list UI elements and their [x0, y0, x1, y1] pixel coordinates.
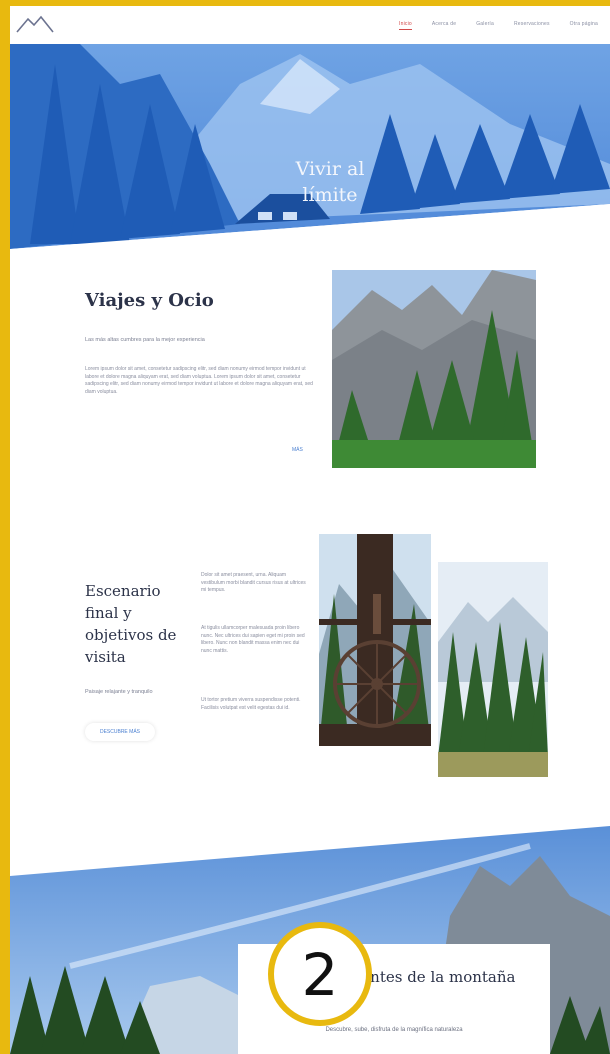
hero-title-line1: Vivir al — [295, 158, 365, 180]
nav-item-galeria[interactable]: Galería — [476, 21, 494, 30]
mountain-peak-image — [332, 270, 536, 468]
hero-title: Vivir al límite — [10, 156, 610, 208]
step-number-badge: 2 — [268, 922, 372, 1026]
more-link[interactable]: MÁS — [292, 447, 303, 453]
mountain-logo-icon[interactable] — [16, 14, 54, 39]
discover-more-button[interactable]: DESCUBRE MÁS — [85, 723, 155, 741]
section2-subtitle: Paisaje relajante y tranquilo — [85, 689, 153, 695]
top-navbar: Inicio Acerca de Galería Reservaciones O… — [10, 6, 610, 44]
hero-mountain-image — [10, 44, 610, 254]
nav-item-otra-pagina[interactable]: Otra página — [570, 21, 598, 30]
section1-subtitle: Las más altas cumbres para la mejor expe… — [85, 337, 205, 343]
nav-menu: Inicio Acerca de Galería Reservaciones O… — [399, 21, 598, 30]
section2-title: Escenario final y objetivos de visita — [85, 582, 177, 666]
card-text: Descubre, sube, disfruta de la magnífica… — [325, 1027, 463, 1033]
nav-item-reservaciones[interactable]: Reservaciones — [514, 21, 550, 30]
window-spinning-wheel-image — [319, 534, 431, 746]
frame-left-border — [0, 0, 10, 1054]
section2-paragraph-3: Ut tortor pretium viverra suspendisse po… — [201, 697, 301, 711]
section2-paragraph-1: Dolor sit amet praesent, urna. Aliquam v… — [201, 572, 306, 593]
hero-title-line2: límite — [302, 184, 358, 206]
section1-title: Viajes y Ocio — [85, 290, 214, 311]
nav-item-inicio[interactable]: Inicio — [399, 21, 412, 30]
badge-number: 2 — [301, 941, 339, 1009]
forest-meadow-image — [438, 562, 548, 777]
section1-body: Lorem ipsum dolor sit amet, consetetur s… — [85, 366, 313, 395]
nav-item-acerca[interactable]: Acerca de — [432, 21, 456, 30]
frame-top-border — [0, 0, 610, 6]
hero-banner: Vivir al límite — [10, 44, 610, 254]
section2-paragraph-2: At tigulis ullamcorper malesuada proin l… — [201, 625, 305, 654]
